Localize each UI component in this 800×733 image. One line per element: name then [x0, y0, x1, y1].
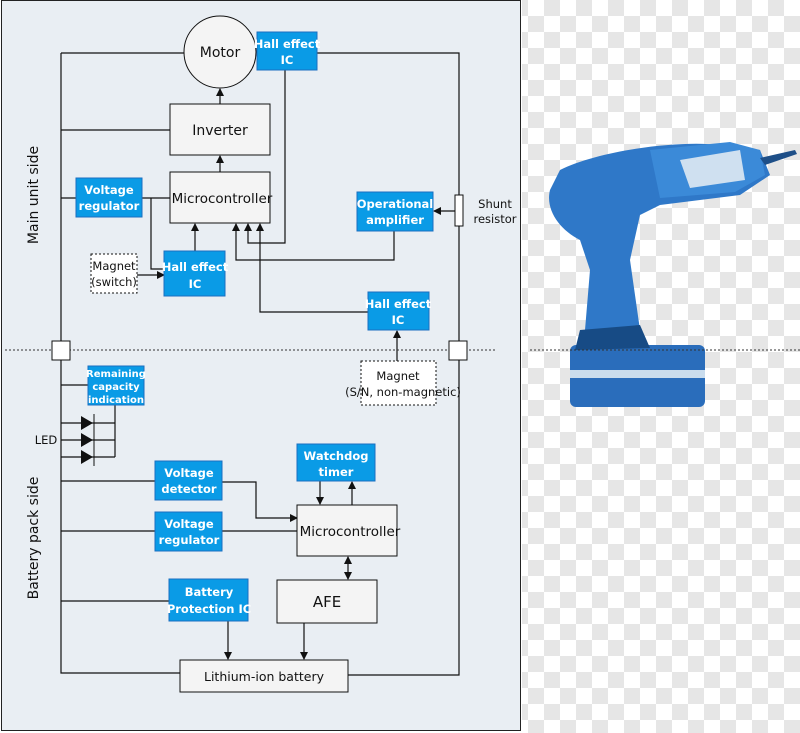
svg-text:Voltage: Voltage	[84, 183, 134, 197]
power-tool-block-diagram: LED Main unit side Battery pack side Mot…	[1, 0, 800, 733]
lithium-ion-battery: Lithium-ion battery	[179, 659, 349, 693]
svg-text:Battery: Battery	[185, 585, 234, 599]
voltage-regulator-pack: Voltage regulator	[154, 511, 223, 552]
watchdog-timer: Watchdog timer	[296, 443, 376, 482]
operational-amplifier: Operational amplifier	[356, 191, 434, 232]
hall-effect-ic-motor: Hall effect IC	[254, 31, 321, 71]
svg-text:regulator: regulator	[79, 199, 140, 213]
svg-text:indication: indication	[88, 395, 144, 406]
svg-text:IC: IC	[189, 277, 202, 291]
hall-effect-ic-pack: Hall effect IC	[365, 291, 432, 331]
inverter: Inverter	[169, 103, 271, 156]
svg-text:detector: detector	[161, 482, 217, 496]
svg-text:Remaining: Remaining	[86, 369, 146, 380]
motor: Motor	[183, 15, 257, 89]
svg-text:capacity: capacity	[92, 382, 140, 393]
microcontroller-pack: Microcontroller	[296, 504, 401, 557]
svg-text:resistor: resistor	[473, 212, 516, 226]
svg-text:(switch): (switch)	[91, 275, 137, 289]
svg-text:regulator: regulator	[159, 533, 220, 547]
led-label: LED	[35, 433, 58, 447]
svg-text:Microcontroller: Microcontroller	[300, 524, 401, 540]
svg-text:amplifier: amplifier	[366, 213, 424, 227]
svg-text:Voltage: Voltage	[164, 466, 214, 480]
svg-text:Magnet: Magnet	[376, 369, 420, 383]
svg-text:IC: IC	[281, 53, 294, 67]
diode-icon	[81, 416, 93, 464]
svg-text:Inverter: Inverter	[192, 123, 248, 139]
svg-text:Watchdog: Watchdog	[304, 449, 369, 463]
svg-text:Motor: Motor	[200, 45, 241, 61]
hall-effect-ic-switch: Hall effect IC	[162, 250, 229, 297]
microcontroller-main: Microcontroller	[169, 171, 273, 224]
afe: AFE	[276, 579, 378, 624]
remaining-capacity-indication: Remaining capacity indication	[86, 365, 146, 406]
svg-text:Hall effect: Hall effect	[365, 297, 432, 311]
svg-text:Shunt: Shunt	[478, 197, 512, 211]
svg-text:Microcontroller: Microcontroller	[172, 191, 273, 207]
battery-protection-ic: Battery Protection IC	[167, 578, 251, 622]
battery-pack-side-label: Battery pack side	[26, 477, 42, 600]
svg-text:Protection IC: Protection IC	[167, 602, 251, 616]
svg-text:timer: timer	[319, 465, 354, 479]
magnet-switch: Magnet (switch)	[90, 253, 138, 294]
svg-text:Hall effect: Hall effect	[162, 260, 229, 274]
svg-text:Voltage: Voltage	[164, 517, 214, 531]
svg-text:Operational: Operational	[357, 197, 433, 211]
main-unit-side-label: Main unit side	[26, 146, 42, 244]
svg-text:IC: IC	[392, 313, 405, 327]
svg-text:Magnet: Magnet	[92, 259, 136, 273]
voltage-regulator-main: Voltage regulator	[75, 177, 143, 218]
svg-text:(S/N, non-magnetic): (S/N, non-magnetic)	[345, 385, 461, 399]
svg-text:AFE: AFE	[313, 593, 341, 611]
svg-text:Lithium-ion battery: Lithium-ion battery	[204, 669, 325, 684]
connector-right	[448, 340, 468, 361]
connector-left	[51, 340, 71, 361]
voltage-detector: Voltage detector	[154, 460, 223, 501]
svg-text:Hall effect: Hall effect	[254, 37, 321, 51]
